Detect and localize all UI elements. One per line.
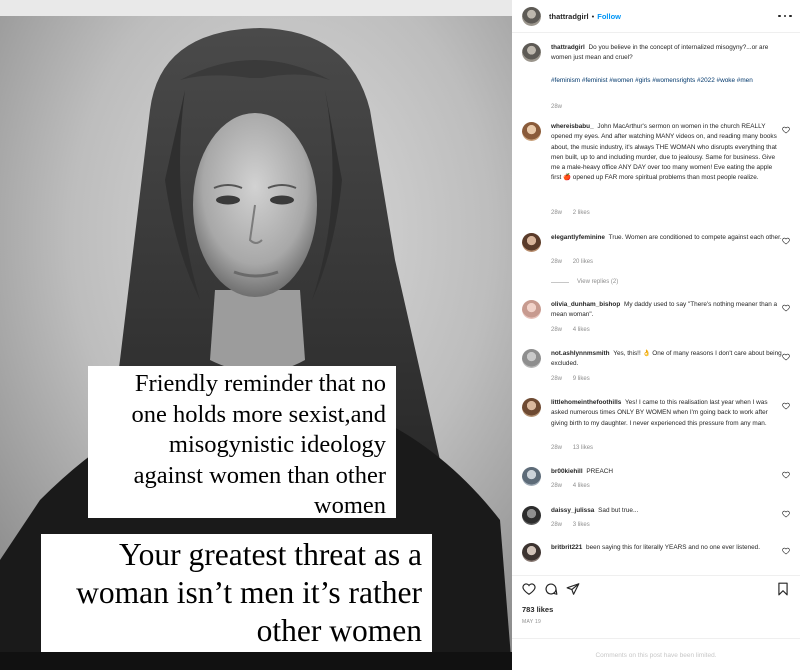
commenter-avatar[interactable] bbox=[522, 122, 541, 141]
heart-outline-icon[interactable] bbox=[782, 126, 790, 134]
comment-likes[interactable]: 13 likes bbox=[573, 445, 593, 451]
comment-likes[interactable]: 4 likes bbox=[573, 483, 590, 489]
heart-outline-icon[interactable] bbox=[782, 471, 790, 479]
overlay-caption-primary: Friendly reminder that no one holds more… bbox=[88, 366, 396, 519]
comment-time: 28w bbox=[551, 210, 563, 216]
comment-likes[interactable]: 20 likes bbox=[573, 259, 593, 265]
comment-time: 28w bbox=[551, 376, 563, 382]
comment-meta: 28w 9 likes bbox=[551, 376, 599, 382]
caption-hashtags[interactable]: #feminism #feminist #women #girls #women… bbox=[551, 76, 784, 86]
comment-likes[interactable]: 2 likes bbox=[573, 210, 590, 216]
view-replies-label[interactable]: View replies (2) bbox=[577, 279, 618, 285]
author-avatar[interactable] bbox=[522, 6, 541, 26]
caption-meta: 28w bbox=[551, 104, 571, 110]
comment-body: daissy_julissa Sad but true... bbox=[551, 506, 784, 516]
author-username[interactable]: thattradgirl bbox=[549, 12, 589, 21]
bookmark-icon[interactable] bbox=[776, 582, 790, 596]
ellipsis-icon[interactable] bbox=[778, 13, 792, 19]
comment-time: 28w bbox=[551, 327, 563, 333]
overlay-caption-line: women bbox=[313, 492, 386, 519]
header-separator: • bbox=[591, 11, 595, 21]
commenter-avatar[interactable] bbox=[522, 467, 541, 486]
post-header: thattradgirl • Follow bbox=[512, 0, 800, 33]
follow-button[interactable]: Follow bbox=[597, 12, 621, 21]
heart-outline-icon[interactable] bbox=[782, 510, 790, 518]
comment-username[interactable]: britbrit221 bbox=[551, 544, 582, 551]
comment-text: PREACH bbox=[586, 468, 614, 475]
author-avatar[interactable] bbox=[522, 43, 541, 62]
post-side-panel: thattradgirl • Follow thattradgirl Do yo… bbox=[512, 0, 800, 670]
comment-body: br00kiehill PREACH bbox=[551, 467, 784, 477]
comment-body: britbrit221 been saying this for literal… bbox=[551, 543, 784, 553]
commenter-avatar[interactable] bbox=[522, 300, 541, 319]
replies-divider bbox=[551, 281, 569, 283]
overlay-caption-secondary: Your greatest threat as a woman isn’t me… bbox=[41, 534, 432, 652]
heart-outline-icon[interactable] bbox=[782, 402, 790, 410]
comment-username[interactable]: olivia_dunham_bishop bbox=[551, 301, 620, 308]
comment-meta: 28w 4 likes bbox=[551, 327, 599, 333]
post-actions: 783 likes MAY 19 Comments on this post h… bbox=[512, 575, 800, 670]
comment-body: elegantlyfeminine True. Women are condit… bbox=[551, 233, 784, 243]
comment-username[interactable]: br00kiehill bbox=[551, 468, 583, 475]
commenter-avatar[interactable] bbox=[522, 398, 541, 417]
overlay-caption-line: woman isn’t men it’s rather bbox=[76, 575, 422, 610]
post-media[interactable]: Friendly reminder that no one holds more… bbox=[0, 0, 512, 670]
comment-meta: 28w 4 likes bbox=[551, 483, 599, 489]
comment-text: been saying this for literally YEARS and… bbox=[586, 544, 760, 551]
comment-username[interactable]: littlehomeinthefoothills bbox=[551, 399, 621, 406]
overlay-caption-line: against women than other bbox=[133, 461, 386, 489]
overlay-caption-line: misogynistic ideology bbox=[168, 431, 386, 458]
commenter-avatar[interactable] bbox=[522, 233, 541, 252]
comment-body: whereisbabu_ John MacArthur's sermon on … bbox=[551, 122, 784, 184]
media-bottom-strip bbox=[0, 652, 512, 670]
comment-body: olivia_dunham_bishop My daddy used to sa… bbox=[551, 300, 784, 321]
paper-plane-icon[interactable] bbox=[566, 582, 580, 596]
comment-text: John MacArthur's sermon on women in the … bbox=[551, 123, 777, 182]
caption-body: thattradgirl Do you believe in the conce… bbox=[551, 43, 784, 64]
media-top-strip bbox=[0, 0, 512, 16]
comment-username[interactable]: daissy_julissa bbox=[551, 507, 594, 514]
likes-count[interactable]: 783 likes bbox=[522, 605, 553, 614]
overlay-caption-line: one holds more sexist,and bbox=[131, 400, 387, 428]
caption-time: 28w bbox=[551, 104, 563, 110]
comment-meta: 28w 3 likes bbox=[551, 522, 599, 528]
comment-username[interactable]: whereisbabu_ bbox=[551, 123, 594, 130]
comment-likes[interactable]: 4 likes bbox=[573, 327, 590, 333]
comment-username[interactable]: elegantlyfeminine bbox=[551, 234, 605, 241]
caption-username[interactable]: thattradgirl bbox=[551, 44, 585, 51]
comment-text: True. Women are conditioned to compete a… bbox=[608, 234, 782, 241]
commenter-avatar[interactable] bbox=[522, 506, 541, 525]
comment-meta: 28w 20 likes bbox=[551, 259, 602, 265]
overlay-caption-line: other women bbox=[256, 613, 422, 648]
comment-likes[interactable]: 3 likes bbox=[573, 522, 590, 528]
comment-bubble-icon[interactable] bbox=[544, 582, 558, 596]
heart-outline-icon[interactable] bbox=[782, 353, 790, 361]
comment-text: Sad but true... bbox=[598, 507, 639, 514]
commenter-avatar[interactable] bbox=[522, 349, 541, 368]
comment-time: 28w bbox=[551, 483, 563, 489]
overlay-caption-line: Your greatest threat as a bbox=[119, 537, 422, 572]
commenter-avatar[interactable] bbox=[522, 543, 541, 562]
comments-limited-notice: Comments on this post have been limited. bbox=[512, 638, 800, 670]
heart-outline-icon[interactable] bbox=[522, 582, 536, 596]
heart-outline-icon[interactable] bbox=[782, 304, 790, 312]
comment-body: littlehomeinthefoothills Yes! I came to … bbox=[551, 398, 784, 429]
heart-outline-icon[interactable] bbox=[782, 237, 790, 245]
comment-time: 28w bbox=[551, 445, 563, 451]
comments-list[interactable]: thattradgirl Do you believe in the conce… bbox=[512, 40, 800, 575]
overlay-caption-line: Friendly reminder that no bbox=[134, 370, 386, 397]
comment-body: not.ashlynnmsmith Yes, this!! 👌 One of m… bbox=[551, 349, 784, 370]
comment-time: 28w bbox=[551, 259, 563, 265]
comment-meta: 28w 13 likes bbox=[551, 445, 602, 451]
comment-username[interactable]: not.ashlynnmsmith bbox=[551, 350, 610, 357]
comment-meta: 28w 2 likes bbox=[551, 210, 599, 216]
post-date: MAY 19 bbox=[522, 619, 542, 625]
comment-likes[interactable]: 9 likes bbox=[573, 376, 590, 382]
view-replies-button[interactable]: View replies (2) bbox=[551, 279, 618, 285]
comment-time: 28w bbox=[551, 522, 563, 528]
heart-outline-icon[interactable] bbox=[782, 547, 790, 555]
